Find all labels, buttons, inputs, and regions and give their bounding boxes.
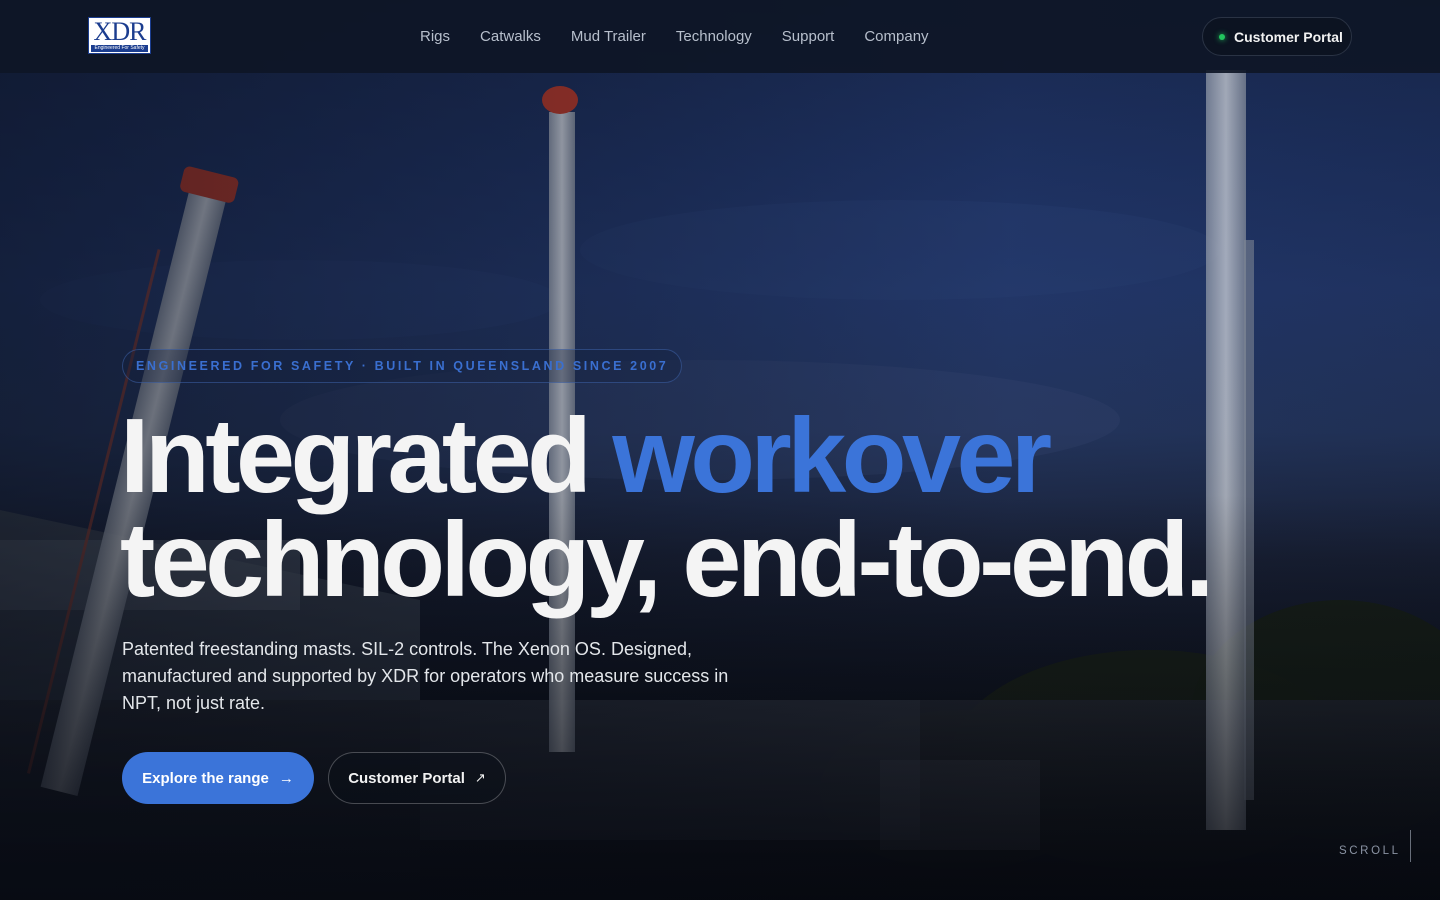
nav-link-support[interactable]: Support [782, 27, 835, 47]
external-link-icon: ↗ [474, 770, 486, 785]
explore-range-label: Explore the range [142, 769, 269, 787]
top-navigation: XDR Engineered For Safety Rigs Catwalks … [0, 0, 1440, 73]
hero-eyebrow-text: ENGINEERED FOR SAFETY · BUILT IN QUEENSL… [136, 359, 669, 373]
headline-part-2: technology, end-to-end. [120, 501, 1214, 619]
xdr-logo[interactable]: XDR Engineered For Safety [88, 17, 151, 54]
hero-eyebrow-badge: ENGINEERED FOR SAFETY · BUILT IN QUEENSL… [122, 349, 683, 383]
scroll-indicator-line [1410, 830, 1411, 862]
online-status-dot-icon [1219, 33, 1225, 40]
logo-wordmark: XDR [93, 17, 147, 46]
headline-part-1: Integrated [120, 397, 613, 515]
scroll-indicator-label[interactable]: SCROLL [1339, 845, 1401, 857]
nav-link-rigs[interactable]: Rigs [420, 27, 450, 47]
primary-nav: Rigs Catwalks Mud Trailer Technology Sup… [420, 27, 929, 47]
logo-tagline: Engineered For Safety [91, 45, 148, 52]
customer-portal-nav-label: Customer Portal [1234, 28, 1343, 45]
nav-link-mud-trailer[interactable]: Mud Trailer [571, 27, 646, 47]
hero-headline: Integrated workover technology, end-to-en… [120, 403, 1410, 613]
customer-portal-nav-button[interactable]: Customer Portal [1202, 17, 1352, 56]
arrow-right-icon: → [278, 769, 294, 787]
explore-range-button[interactable]: Explore the range → [122, 752, 314, 804]
nav-link-catwalks[interactable]: Catwalks [480, 27, 541, 47]
customer-portal-hero-button[interactable]: Customer Portal ↗ [328, 752, 506, 804]
nav-link-technology[interactable]: Technology [676, 27, 752, 47]
hero-subcopy: Patented freestanding masts. SIL-2 contr… [122, 639, 729, 713]
nav-link-company[interactable]: Company [864, 27, 928, 47]
customer-portal-hero-label: Customer Portal [348, 769, 465, 787]
headline-accent-word: workover [612, 397, 1052, 515]
